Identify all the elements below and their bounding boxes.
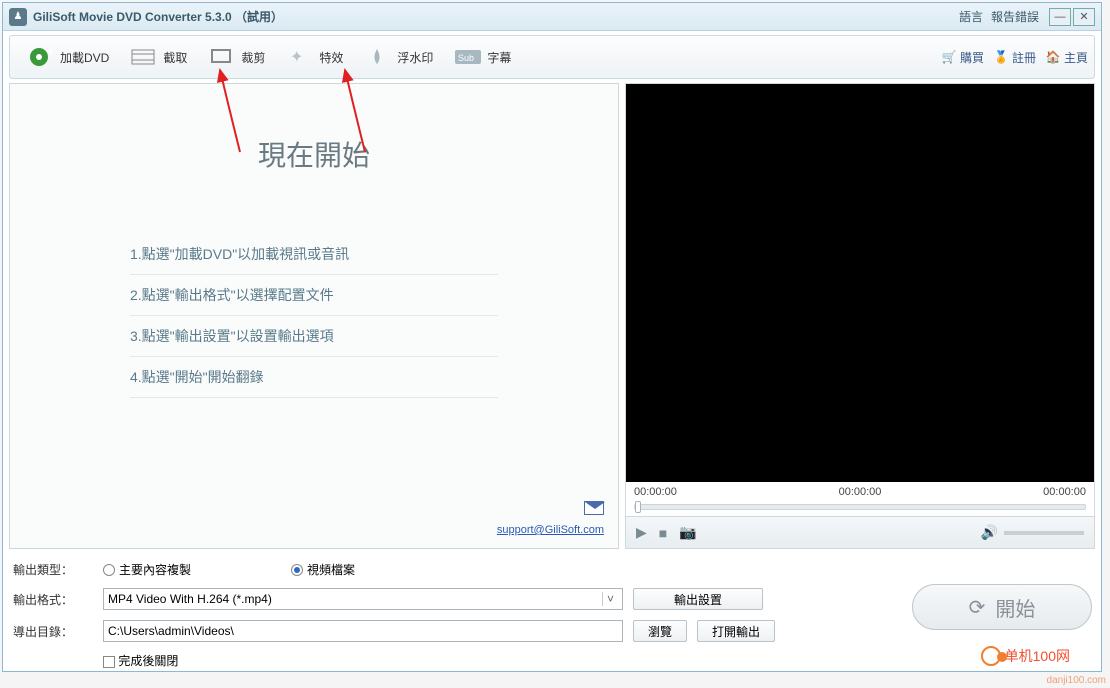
video-preview — [626, 84, 1094, 482]
crop-icon — [207, 45, 235, 69]
site-logo: 单机100网 — [981, 646, 1070, 666]
wand-icon: ✦ — [285, 45, 313, 69]
chevron-down-icon: ˅ — [602, 592, 618, 606]
radio-video-file[interactable]: 視頻檔案 — [291, 561, 355, 578]
welcome-panel: 現在開始 1.點選"加載DVD"以加載視訊或音訊 2.點選"輸出格式"以選擇配置… — [9, 83, 619, 549]
home-button[interactable]: 🏠主頁 — [1046, 49, 1088, 66]
output-type-label: 輸出類型： — [13, 561, 93, 578]
minimize-button[interactable]: — — [1049, 8, 1071, 26]
titlebar: ♟ GiliSoft Movie DVD Converter 5.3.0 （試用… — [3, 3, 1101, 31]
register-button[interactable]: 🏅註冊 — [994, 49, 1036, 66]
svg-text:Sub: Sub — [458, 53, 474, 63]
report-error-link[interactable]: 報告錯誤 — [991, 8, 1039, 25]
step-3: 3.點選"輸出設置"以設置輸出選項 — [130, 316, 498, 357]
seek-slider[interactable] — [634, 504, 1086, 510]
app-icon: ♟ — [9, 8, 27, 26]
watermark-label: 浮水印 — [397, 49, 433, 66]
effect-label: 特效 — [319, 49, 343, 66]
clip-button[interactable]: 截取 — [119, 41, 197, 73]
preview-panel: 00:00:00 00:00:00 00:00:00 ▶ ■ 📷 🔊 — [625, 83, 1095, 549]
step-4: 4.點選"開始"開始翻錄 — [130, 357, 498, 398]
clip-label: 截取 — [163, 49, 187, 66]
cart-icon: 🛒 — [942, 50, 956, 64]
output-dest-input[interactable] — [103, 620, 623, 642]
output-format-label: 輸出格式： — [13, 591, 93, 608]
refresh-icon: ⟳ — [969, 595, 986, 620]
crop-label: 裁剪 — [241, 49, 265, 66]
language-link[interactable]: 語言 — [959, 8, 983, 25]
svg-text:✦: ✦ — [290, 49, 303, 66]
home-icon: 🏠 — [1046, 50, 1060, 64]
open-output-button[interactable]: 打開輸出 — [697, 620, 775, 642]
filmstrip-scissors-icon — [129, 45, 157, 69]
volume-slider[interactable] — [1004, 531, 1084, 535]
window-title: GiliSoft Movie DVD Converter 5.3.0 （試用） — [33, 8, 283, 25]
start-button[interactable]: ⟳ 開始 — [912, 584, 1092, 630]
mail-icon — [584, 501, 604, 515]
welcome-title: 現在開始 — [10, 134, 618, 174]
step-1: 1.點選"加載DVD"以加載視訊或音訊 — [130, 234, 498, 275]
output-format-combo[interactable]: MP4 Video With H.264 (*.mp4)˅ — [103, 588, 623, 610]
time-start: 00:00:00 — [634, 486, 677, 498]
volume-icon[interactable]: 🔊 — [981, 524, 998, 541]
disc-plus-icon: + — [26, 45, 54, 69]
close-button[interactable]: ✕ — [1073, 8, 1095, 26]
watermark-button[interactable]: 浮水印 — [353, 41, 443, 73]
shutdown-checkbox[interactable]: 完成後關閉 — [103, 652, 178, 669]
step-2: 2.點選"輸出格式"以選擇配置文件 — [130, 275, 498, 316]
crop-button[interactable]: 裁剪 — [197, 41, 275, 73]
svg-text:+: + — [47, 45, 53, 58]
time-end: 00:00:00 — [1043, 486, 1086, 498]
time-current: 00:00:00 — [839, 486, 882, 498]
logo-icon — [981, 646, 1001, 666]
support-link[interactable]: support@GiliSoft.com — [497, 524, 604, 536]
radio-main-content[interactable]: 主要內容複製 — [103, 561, 191, 578]
effect-button[interactable]: ✦ 特效 — [275, 41, 353, 73]
output-settings-button[interactable]: 輸出設置 — [633, 588, 763, 610]
buy-button[interactable]: 🛒購買 — [942, 49, 984, 66]
output-dest-label: 導出目錄： — [13, 623, 93, 640]
droplet-icon — [363, 45, 391, 69]
load-dvd-label: 加載DVD — [60, 49, 109, 66]
subtitle-label: 字幕 — [487, 49, 511, 66]
sub-icon: Sub — [453, 45, 481, 69]
watermark-url: danji100.com — [1047, 675, 1106, 686]
toolbar: + 加載DVD 截取 裁剪 ✦ 特效 浮水印 Sub 字幕 🛒購買 🏅註冊 🏠主… — [9, 35, 1095, 79]
subtitle-button[interactable]: Sub 字幕 — [443, 41, 521, 73]
medal-icon: 🏅 — [994, 50, 1008, 64]
stop-button[interactable]: ■ — [659, 525, 667, 541]
snapshot-button[interactable]: 📷 — [679, 524, 696, 541]
load-dvd-button[interactable]: + 加載DVD — [16, 41, 119, 73]
play-button[interactable]: ▶ — [636, 524, 647, 541]
browse-button[interactable]: 瀏覽 — [633, 620, 687, 642]
